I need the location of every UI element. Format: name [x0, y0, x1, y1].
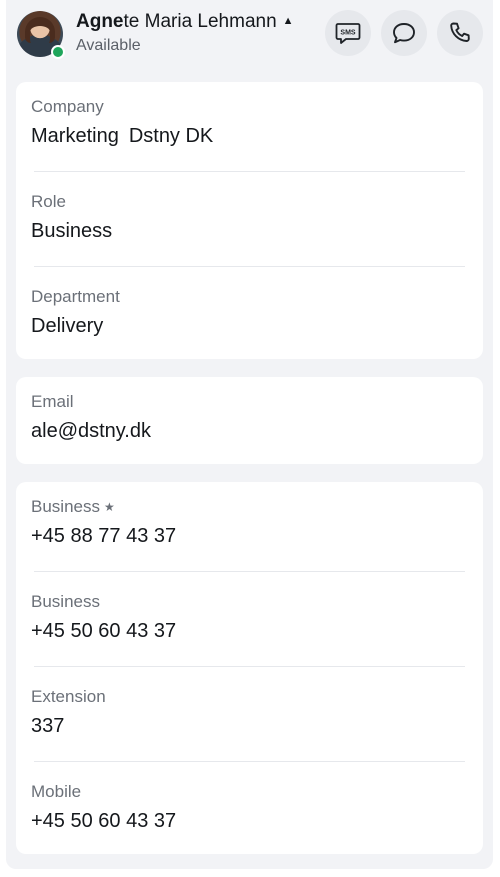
department-field: Department Delivery — [31, 287, 468, 338]
role-field: Role Business — [31, 192, 468, 243]
company-value[interactable]: Marketing Dstny DK — [31, 125, 468, 148]
chat-bubble-icon — [393, 23, 415, 44]
phone-value[interactable]: +45 50 60 43 37 — [31, 620, 468, 643]
phone-field: Extension 337 — [31, 687, 468, 738]
divider — [34, 171, 465, 172]
contact-name-rest: te Maria Lehmann — [123, 11, 277, 32]
contact-header: Agnete Maria Lehmann ▲ Available SMS — [6, 0, 493, 70]
contact-name-match: Agne — [76, 11, 124, 32]
phone-field: Business +45 50 60 43 37 — [31, 592, 468, 643]
email-label: Email — [31, 392, 74, 411]
divider — [34, 666, 465, 667]
phone-value[interactable]: +45 50 60 43 37 — [31, 810, 468, 833]
phone-field: Mobile +45 50 60 43 37 — [31, 782, 468, 833]
company-name: Dstny DK — [128, 125, 214, 147]
email-card: Email ale@dstny.dk — [16, 377, 483, 464]
company-department: Marketing — [31, 125, 119, 147]
phone-field: Business ★ +45 88 77 43 37 — [31, 497, 468, 548]
company-label: Company — [31, 97, 104, 116]
call-button[interactable] — [437, 10, 483, 56]
company-field: Company Marketing Dstny DK — [31, 97, 468, 148]
divider — [34, 571, 465, 572]
avatar[interactable] — [17, 11, 65, 59]
phone-numbers-card: Business ★ +45 88 77 43 37 Business +45 5… — [16, 482, 483, 854]
sms-icon: SMS — [335, 23, 361, 44]
contact-panel: Agnete Maria Lehmann ▲ Available SMS Comp… — [6, 0, 493, 869]
phone-value[interactable]: +45 88 77 43 37 — [31, 525, 468, 548]
email-value[interactable]: ale@dstny.dk — [31, 420, 468, 443]
chat-button[interactable] — [381, 10, 427, 56]
contact-name[interactable]: Agnete Maria Lehmann ▲ — [76, 11, 294, 33]
phone-value[interactable]: 337 — [31, 715, 468, 738]
department-value[interactable]: Delivery — [31, 315, 468, 338]
avatar-hair — [25, 17, 55, 43]
preferred-star-icon: ★ — [103, 500, 115, 514]
phone-label: Business — [31, 592, 100, 611]
department-label: Department — [31, 287, 120, 306]
phone-label: Extension — [31, 687, 106, 706]
divider — [34, 266, 465, 267]
phone-label: Business ★ — [31, 497, 115, 516]
svg-text:SMS: SMS — [340, 30, 356, 37]
online-status-icon — [51, 45, 65, 59]
email-field: Email ale@dstny.dk — [31, 392, 468, 443]
role-label: Role — [31, 192, 66, 211]
presence-status: Available — [76, 37, 141, 54]
divider — [34, 761, 465, 762]
organization-card: Company Marketing Dstny DK Role Business … — [16, 82, 483, 359]
phone-icon — [450, 22, 470, 42]
role-value[interactable]: Business — [31, 220, 468, 243]
caret-up-icon[interactable]: ▲ — [283, 15, 294, 27]
phone-label: Mobile — [31, 782, 82, 801]
sms-button[interactable]: SMS — [325, 10, 371, 56]
